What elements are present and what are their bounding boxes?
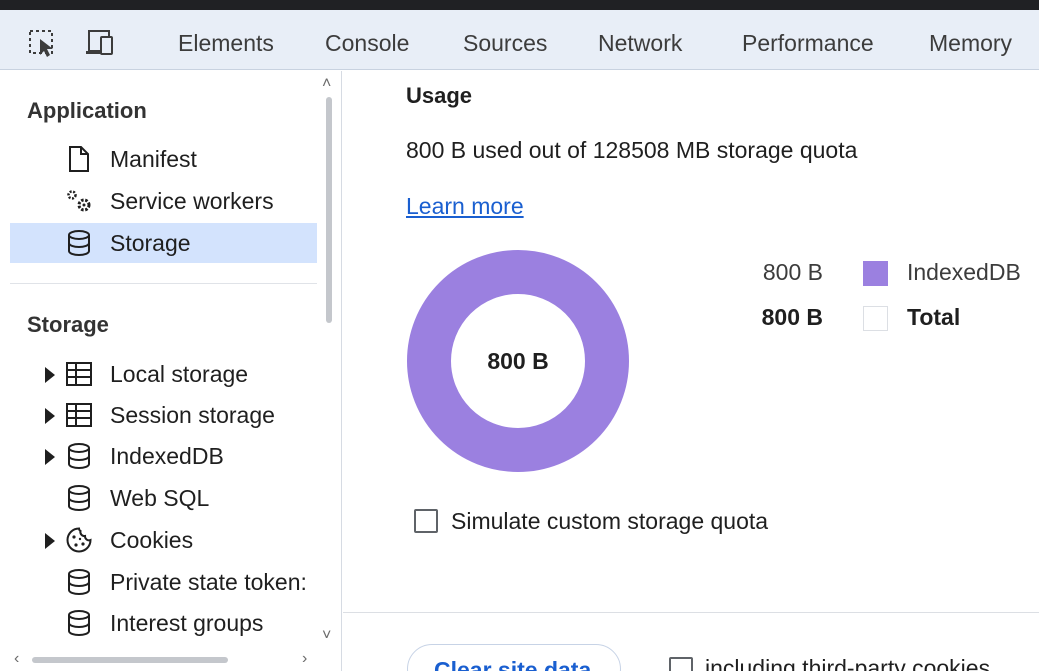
expand-arrow-icon[interactable] xyxy=(45,449,55,465)
device-toolbar-icon[interactable] xyxy=(84,28,118,58)
sidebar-item-web-sql[interactable]: Web SQL xyxy=(10,478,317,518)
clear-site-data-label: Clear site data xyxy=(434,657,592,671)
sidebar-item-session-storage[interactable]: Session storage xyxy=(10,395,317,435)
storage-usage-panel: Usage 800 B used out of 128508 MB storag… xyxy=(343,71,1039,671)
donut-center-value: 800 B xyxy=(487,348,548,374)
legend-label: Total xyxy=(907,304,961,330)
expand-arrow-icon[interactable] xyxy=(45,533,55,549)
database-icon xyxy=(68,485,90,511)
database-icon xyxy=(68,569,90,595)
third-party-cookies-label: including third-party cookies xyxy=(705,655,991,671)
clear-site-data-button[interactable]: Clear site data xyxy=(407,644,621,671)
sidebar-divider xyxy=(10,283,317,284)
database-icon xyxy=(68,610,90,636)
expand-arrow-icon[interactable] xyxy=(45,408,55,424)
sidebar-item-label: IndexedDB xyxy=(110,443,224,469)
sidebar-item-label: Private state token: xyxy=(110,569,307,595)
scroll-left-icon[interactable]: ‹ xyxy=(14,650,19,668)
usage-summary: 800 B used out of 128508 MB storage quot… xyxy=(406,137,858,163)
sidebar-item-label: Web SQL xyxy=(110,485,210,511)
document-icon xyxy=(69,146,89,172)
table-icon xyxy=(66,362,92,386)
sidebar-item-local-storage[interactable]: Local storage xyxy=(10,354,317,394)
sidebar-item-label: Interest groups xyxy=(110,610,264,636)
legend-value: 800 B xyxy=(761,304,823,330)
tab-performance[interactable]: Performance xyxy=(742,30,874,57)
sidebar-item-label: Storage xyxy=(110,230,191,256)
tab-sources[interactable]: Sources xyxy=(463,30,547,57)
legend-swatch xyxy=(863,306,888,331)
application-sidebar: Application Manifest Service workers Sto… xyxy=(0,71,342,671)
sidebar-item-cookies[interactable]: Cookies xyxy=(10,520,317,560)
sidebar-item-storage[interactable]: Storage xyxy=(10,223,317,263)
sidebar-item-label: Local storage xyxy=(110,361,249,387)
vertical-scrollbar[interactable] xyxy=(326,97,332,323)
sidebar-item-label: Session storage xyxy=(110,402,275,428)
tab-console[interactable]: Console xyxy=(325,30,409,57)
table-icon xyxy=(66,403,92,427)
tab-memory[interactable]: Memory xyxy=(929,30,1012,57)
legend-swatch xyxy=(863,261,888,286)
tab-elements[interactable]: Elements xyxy=(178,30,274,57)
sidebar-item-private-state-tokens[interactable]: Private state token: xyxy=(10,562,317,602)
sidebar-item-service-workers[interactable]: Service workers xyxy=(10,181,317,221)
usage-donut-chart: 800 B xyxy=(407,250,629,472)
simulate-quota-label: Simulate custom storage quota xyxy=(451,508,769,534)
application-section-title: Application xyxy=(27,98,147,123)
third-party-cookies-checkbox[interactable] xyxy=(669,657,693,671)
tab-network[interactable]: Network xyxy=(598,30,682,57)
inspect-element-icon[interactable] xyxy=(27,28,61,58)
legend-label: IndexedDB xyxy=(907,259,1021,285)
usage-title: Usage xyxy=(406,83,473,108)
sidebar-item-manifest[interactable]: Manifest xyxy=(10,139,317,179)
learn-more-link[interactable]: Learn more xyxy=(406,193,524,220)
window-top-edge xyxy=(0,0,1039,10)
scroll-down-icon[interactable]: ˅ xyxy=(322,627,331,645)
legend-row-indexeddb: 800 B IndexedDB xyxy=(763,259,1039,289)
section-divider xyxy=(343,612,1039,613)
cookie-icon xyxy=(66,527,92,553)
database-icon xyxy=(68,230,90,256)
sidebar-item-label: Manifest xyxy=(110,146,197,172)
scroll-up-icon[interactable]: ˄ xyxy=(322,75,331,93)
sidebar-item-indexeddb[interactable]: IndexedDB xyxy=(10,436,317,476)
scroll-right-icon[interactable]: › xyxy=(302,650,307,668)
simulate-quota-checkbox[interactable] xyxy=(414,509,438,533)
legend-row-total: 800 B Total xyxy=(761,304,1039,334)
sidebar-item-label: Cookies xyxy=(110,527,194,553)
database-icon xyxy=(68,443,90,469)
gears-icon xyxy=(67,190,91,212)
expand-arrow-icon[interactable] xyxy=(45,367,55,383)
sidebar-item-label: Service workers xyxy=(110,188,274,214)
devtools-tabbar: Elements Console Sources Network Perform… xyxy=(0,10,1039,70)
sidebar-item-interest-groups[interactable]: Interest groups xyxy=(10,603,317,643)
legend-value: 800 B xyxy=(762,259,823,285)
horizontal-scrollbar[interactable] xyxy=(32,657,228,663)
storage-section-title: Storage xyxy=(27,312,109,337)
